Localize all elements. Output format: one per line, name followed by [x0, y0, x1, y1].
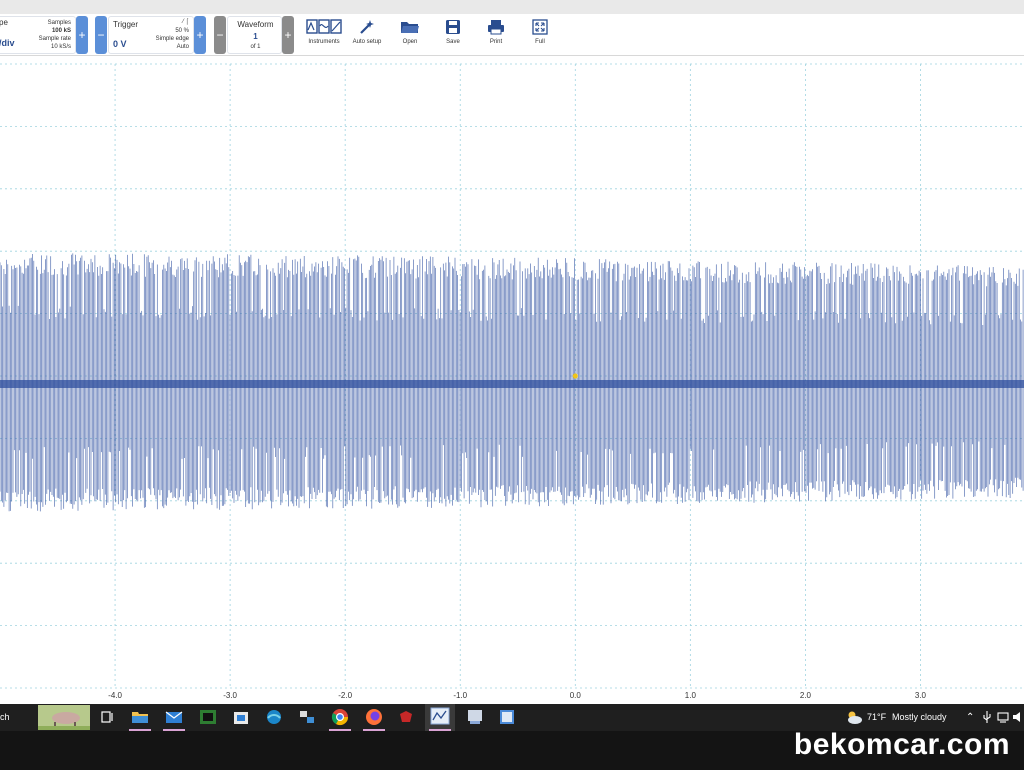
x-tick-label: 3.0: [915, 691, 927, 700]
task-view-icon[interactable]: [99, 708, 117, 726]
trigger-type: Simple edge: [155, 36, 189, 42]
print-label: Print: [489, 39, 503, 45]
window-top-strip: [0, 0, 1024, 14]
auto-setup-button[interactable]: Auto setup: [344, 16, 390, 54]
trigger-group[interactable]: Trigger 0 V ⁄ ⌠ 50 % Simple edge Auto: [108, 16, 194, 54]
speaker-tray-icon[interactable]: [1012, 708, 1024, 726]
waveform-minus-button[interactable]: −: [214, 16, 226, 54]
samples-plus-button[interactable]: +: [76, 16, 88, 54]
sample-rate-value: 10 kS/s: [50, 44, 71, 50]
x-tick-label: -1.0: [453, 691, 467, 700]
x-tick-label: -3.0: [223, 691, 237, 700]
trigger-title: Trigger: [113, 20, 139, 29]
firefox-icon[interactable]: [365, 708, 383, 726]
waveform-of: of 1: [250, 44, 261, 50]
scope-plot-area[interactable]: -4.0 -3.0 -2.0 -1.0 0.0 1.0 2.0 3.0: [0, 56, 1024, 704]
x-tick-label: -4.0: [108, 691, 122, 700]
network-tray-icon[interactable]: [996, 708, 1010, 726]
instruments-button[interactable]: Instruments: [301, 16, 347, 54]
trigger-mode: Auto: [176, 44, 189, 50]
full-label: Full: [535, 39, 545, 45]
waveform-title: Waveform: [237, 20, 274, 29]
auto-setup-label: Auto setup: [352, 39, 382, 45]
x-tick-label: 2.0: [800, 691, 812, 700]
search-box-text[interactable]: ch: [0, 712, 10, 722]
trigger-plus-button[interactable]: +: [194, 16, 206, 54]
chrome-icon[interactable]: [331, 708, 349, 726]
fullscreen-icon: [532, 19, 548, 35]
printer-icon: [488, 20, 504, 35]
red-app-icon[interactable]: [397, 708, 415, 726]
watermark-text: bekomcar.com: [793, 728, 1010, 761]
trigger-edge-icons: ⁄ ⌠: [182, 19, 189, 25]
sample-rate-label: Sample rate: [38, 36, 71, 42]
weather-description[interactable]: Mostly cloudy: [892, 712, 947, 722]
weather-temperature[interactable]: 71°F: [867, 712, 886, 722]
x-tick-label: 0.0: [570, 691, 582, 700]
scope-app-icon-2[interactable]: [466, 708, 484, 726]
instruments-icon: [306, 19, 342, 34]
open-label: Open: [402, 39, 418, 45]
x-tick-label: 1.0: [685, 691, 697, 700]
network-app-icon[interactable]: [298, 708, 316, 726]
volts-per-div: /div: [0, 38, 15, 48]
save-button[interactable]: Save: [430, 16, 476, 54]
trigger-value: 0 V: [113, 39, 127, 49]
waveform-centre-band: [0, 380, 1024, 388]
waveform-trace: [0, 253, 1024, 512]
terminal-app-icon[interactable]: [199, 708, 217, 726]
search-highlight-image[interactable]: [38, 705, 90, 730]
waveform-plus-button[interactable]: +: [282, 16, 294, 54]
waveform-index: 1: [253, 32, 258, 41]
print-button[interactable]: Print: [473, 16, 519, 54]
trigger-minus-button[interactable]: −: [95, 16, 107, 54]
mail-icon[interactable]: [165, 708, 183, 726]
store-icon[interactable]: [232, 708, 250, 726]
file-explorer-icon[interactable]: [131, 708, 149, 726]
samples-label: Samples: [47, 20, 71, 26]
toolbar: pe /div Samples 100 kS Sample rate 10 kS…: [0, 14, 1024, 56]
picoscope-taskbar-item[interactable]: [425, 704, 455, 731]
x-axis-tick-labels: -4.0 -3.0 -2.0 -1.0 0.0 1.0 2.0 3.0: [108, 691, 926, 700]
instruments-label: Instruments: [308, 39, 340, 45]
waveform-group[interactable]: Waveform 1 of 1: [227, 16, 282, 54]
save-label: Save: [446, 39, 460, 45]
waveform-chart: -4.0 -3.0 -2.0 -1.0 0.0 1.0 2.0 3.0: [0, 63, 1024, 700]
trigger-percent: 50 %: [175, 28, 189, 34]
edge-browser-icon[interactable]: [265, 708, 283, 726]
wand-icon: [360, 20, 374, 34]
tray-chevron-up-icon[interactable]: ⌃: [966, 712, 974, 723]
timebase-group[interactable]: pe /div Samples 100 kS Sample rate 10 kS…: [0, 16, 76, 54]
folder-icon: [401, 22, 419, 33]
weather-icon[interactable]: [845, 708, 863, 726]
floppy-icon: [446, 20, 460, 34]
scope-title: pe: [0, 18, 8, 27]
picoscope-icon: [430, 707, 450, 725]
open-button[interactable]: Open: [387, 16, 433, 54]
samples-value: 100 kS: [51, 28, 71, 34]
windows-taskbar: ch 71°F Mostly cloudy ⌃: [0, 704, 1024, 731]
trigger-marker[interactable]: [572, 373, 578, 379]
usb-tray-icon[interactable]: [980, 708, 994, 726]
scope-app-icon-3[interactable]: [498, 708, 516, 726]
full-screen-button[interactable]: Full: [517, 16, 563, 54]
x-tick-label: -2.0: [338, 691, 352, 700]
